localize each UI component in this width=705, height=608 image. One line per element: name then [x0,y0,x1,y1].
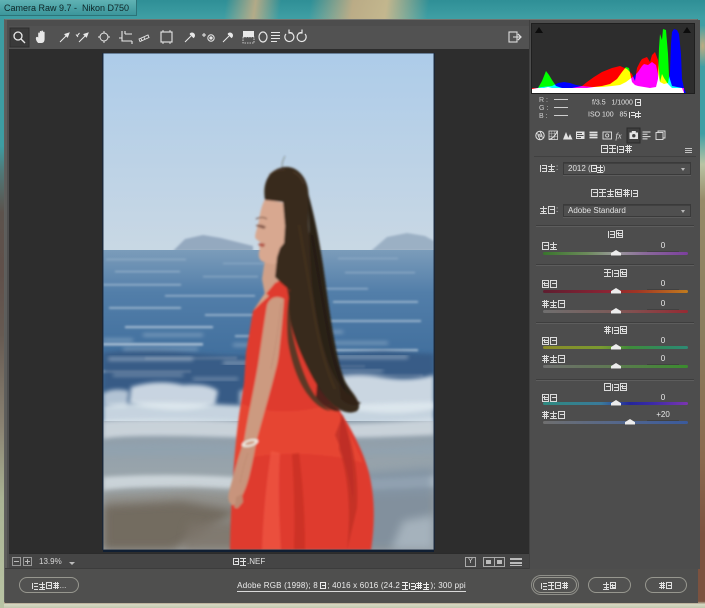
svg-text:fx: fx [616,131,622,141]
